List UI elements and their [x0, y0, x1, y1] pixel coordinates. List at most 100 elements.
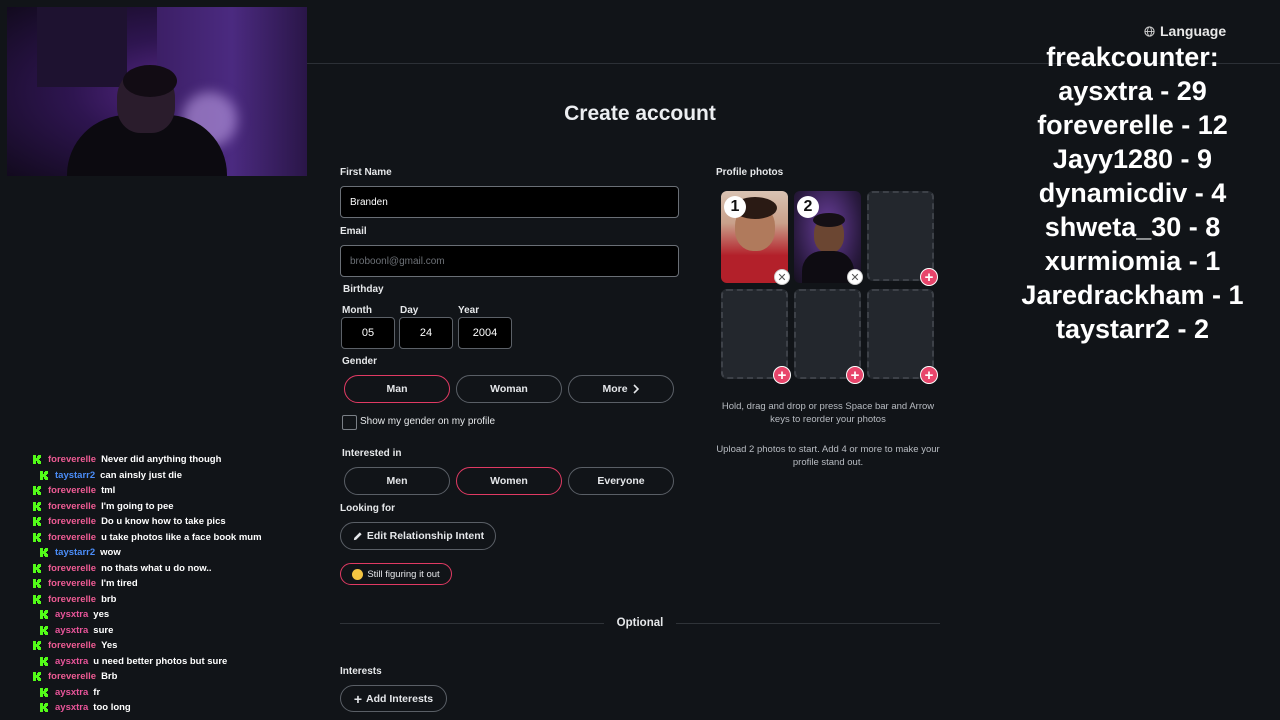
chat-username[interactable]: foreverelle	[48, 594, 96, 605]
kick-badge-icon	[40, 687, 49, 697]
year-input[interactable]: 2004	[458, 317, 512, 349]
language-label: Language	[1160, 23, 1227, 39]
add-interests-button[interactable]: + Add Interests	[340, 685, 447, 712]
interested-everyone-label: Everyone	[597, 475, 645, 487]
edit-relationship-intent-label: Edit Relationship Intent	[366, 530, 485, 542]
chat-username[interactable]: aysxtra	[55, 609, 88, 620]
email-input[interactable]: broboonl@gmail.com	[340, 245, 679, 277]
chat-text: wow	[100, 547, 121, 559]
kick-badge-icon	[33, 486, 42, 496]
year-label: Year	[458, 305, 480, 316]
chat-text: Yes	[101, 640, 118, 652]
gender-woman-button[interactable]: Woman	[456, 375, 562, 403]
counter-entry: taystarr2 - 2	[1055, 314, 1210, 344]
chat-message: foreverelle tml	[33, 483, 323, 499]
chat-message: foreverelle no thats what u do now..	[33, 561, 323, 577]
interested-women-button[interactable]: Women	[456, 467, 562, 495]
chat-username[interactable]: foreverelle	[48, 454, 96, 465]
profile-photos-label: Profile photos	[716, 167, 784, 178]
add-photo-5-button[interactable]: +	[846, 366, 864, 384]
kick-badge-icon	[33, 641, 42, 651]
edit-relationship-intent-button[interactable]: Edit Relationship Intent	[340, 522, 496, 550]
chat-username[interactable]: foreverelle	[48, 501, 96, 512]
first-name-input[interactable]: Branden	[340, 186, 679, 218]
chat-text: fr	[93, 686, 101, 698]
first-name-label: First Name	[340, 167, 392, 178]
empty-photo-slot-6[interactable]	[867, 289, 934, 379]
plus-icon: +	[850, 366, 860, 384]
chat-text: can ainsly just die	[100, 469, 182, 481]
chat-text: u take photos like a face book mum	[101, 531, 262, 543]
chat-message: taystarr2 can ainsly just die	[33, 468, 323, 484]
empty-photo-slot-4[interactable]	[721, 289, 788, 379]
optional-divider-right	[676, 623, 940, 624]
webcam-feed	[7, 7, 307, 176]
chat-text: tml	[101, 485, 116, 497]
kick-badge-icon	[33, 532, 42, 542]
add-photo-4-button[interactable]: +	[773, 366, 791, 384]
interested-men-label: Men	[386, 475, 408, 487]
chat-username[interactable]: taystarr2	[55, 547, 95, 558]
language-selector[interactable]: Language	[1144, 23, 1226, 39]
looking-for-label: Looking for	[340, 503, 395, 514]
day-input[interactable]: 24	[399, 317, 453, 349]
kick-badge-icon	[40, 610, 49, 620]
chat-username[interactable]: aysxtra	[55, 702, 88, 713]
empty-photo-slot-3[interactable]	[867, 191, 934, 281]
chat-username[interactable]: taystarr2	[55, 470, 95, 481]
chat-username[interactable]: aysxtra	[55, 625, 88, 636]
chat-username[interactable]: foreverelle	[48, 578, 96, 589]
chat-username[interactable]: aysxtra	[55, 656, 88, 667]
kick-badge-icon	[40, 470, 49, 480]
add-photo-3-button[interactable]: +	[920, 268, 938, 286]
selected-intent-badge[interactable]: Still figuring it out	[340, 563, 452, 585]
chat-username[interactable]: foreverelle	[48, 485, 96, 496]
chat-username[interactable]: foreverelle	[48, 532, 96, 543]
add-interests-label: Add Interests	[366, 692, 434, 705]
kick-badge-icon	[33, 563, 42, 573]
close-icon: ✕	[850, 271, 860, 284]
counter-entry: shweta_30 - 8	[1044, 212, 1221, 242]
gender-label: Gender	[342, 356, 378, 367]
counter-entry: xurmiomia - 1	[1044, 246, 1221, 276]
chat-message: foreverelle Do u know how to take pics	[33, 514, 323, 530]
chat-text: Do u know how to take pics	[101, 516, 226, 528]
kick-badge-icon	[40, 656, 49, 666]
gender-more-button[interactable]: More	[568, 375, 674, 403]
chat-message: aysxtra too long	[33, 700, 323, 716]
chat-username[interactable]: foreverelle	[48, 671, 96, 682]
chat-username[interactable]: aysxtra	[55, 687, 88, 698]
interested-women-label: Women	[490, 475, 528, 487]
chat-text: no thats what u do now..	[101, 562, 212, 574]
month-input[interactable]: 05	[341, 317, 395, 349]
chat-message: foreverelle I'm tired	[33, 576, 323, 592]
chat-username[interactable]: foreverelle	[48, 516, 96, 527]
kick-badge-icon	[33, 594, 42, 604]
show-gender-checkbox[interactable]	[342, 415, 357, 430]
thinking-face-icon	[352, 568, 364, 580]
counter-entry: Jayy1280 - 9	[1052, 144, 1213, 174]
chat-username[interactable]: foreverelle	[48, 640, 96, 651]
remove-photo-1-button[interactable]: ✕	[774, 269, 790, 285]
counter-entry: foreverelle - 12	[1037, 110, 1228, 140]
chat-text: sure	[93, 624, 114, 636]
gender-man-label: Man	[386, 383, 408, 395]
chat-username[interactable]: foreverelle	[48, 563, 96, 574]
interested-men-button[interactable]: Men	[344, 467, 450, 495]
chat-message: aysxtra sure	[33, 623, 323, 639]
freak-counter: freakcounter: aysxtra - 29 foreverelle -…	[1000, 40, 1265, 346]
photo-number-1: 1	[724, 196, 746, 218]
add-photo-6-button[interactable]: +	[920, 366, 938, 384]
plus-icon: +	[924, 366, 934, 384]
show-gender-label: Show my gender on my profile	[360, 416, 496, 427]
optional-section-label: Optional	[616, 617, 664, 629]
empty-photo-slot-5[interactable]	[794, 289, 861, 379]
chat-message: aysxtra yes	[33, 607, 323, 623]
chat-text: u need better photos but sure	[93, 655, 228, 667]
chat-text: I'm tired	[101, 578, 138, 590]
optional-divider-left	[340, 623, 604, 624]
gender-man-button[interactable]: Man	[344, 375, 450, 403]
page-title: Create account	[564, 102, 716, 125]
interested-everyone-button[interactable]: Everyone	[568, 467, 674, 495]
remove-photo-2-button[interactable]: ✕	[847, 269, 863, 285]
